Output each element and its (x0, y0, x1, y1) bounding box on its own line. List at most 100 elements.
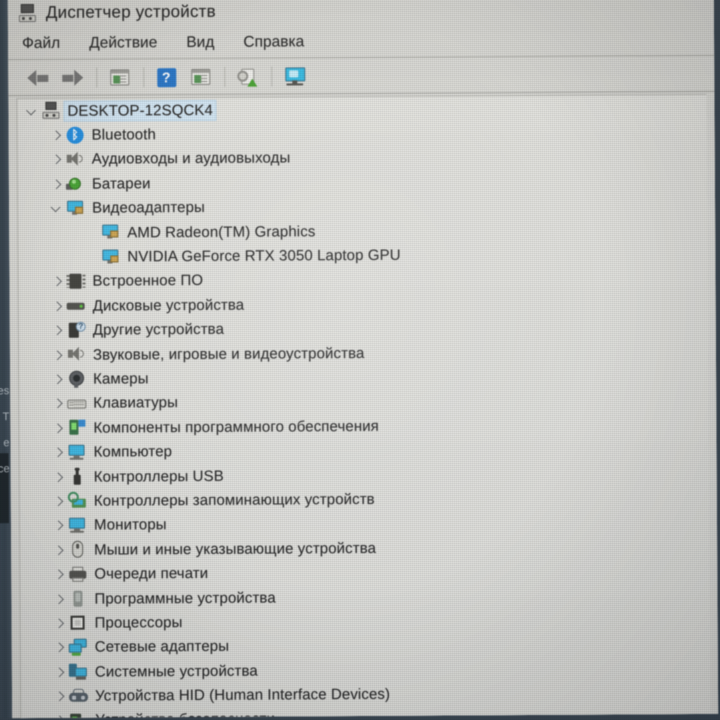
chevron-right-icon[interactable] (53, 641, 66, 654)
window-title: Диспетчер устройств (45, 1, 216, 22)
help-button[interactable]: ? (152, 64, 180, 90)
tree-item-label: Контроллеры запоминающих устройств (93, 490, 375, 510)
tree-item-label: Очереди печати (94, 565, 209, 583)
device-tree[interactable]: DESKTOP-12SQCK4 ᛒ Bluetooth Аудиовходы и… (16, 93, 711, 719)
forward-arrow-icon (61, 69, 84, 86)
tree-item-label: Bluetooth (91, 126, 156, 144)
tree-item-label: Компьютер (93, 443, 173, 461)
chevron-right-icon[interactable] (52, 495, 65, 508)
back-button[interactable] (24, 65, 52, 91)
chevron-right-icon[interactable] (53, 665, 66, 678)
toolbar-separator-3 (224, 66, 226, 87)
tree-item-label: NVIDIA GeForce RTX 3050 Laptop GPU (127, 246, 401, 266)
chevron-right-icon[interactable] (53, 714, 66, 719)
tree-item-label: Контроллеры USB (93, 467, 224, 486)
mouse-icon (68, 540, 87, 559)
menu-action[interactable]: Действие (89, 34, 157, 52)
chevron-right-icon[interactable] (50, 129, 63, 142)
chevron-right-icon[interactable] (50, 153, 63, 166)
toolbar-separator-4 (271, 66, 273, 87)
tree-root-label: DESKTOP-12SQCK4 (63, 99, 217, 122)
tree-item-label: Другие устройства (92, 321, 225, 339)
toolbar: ? (8, 56, 714, 96)
tree-item-label: Мониторы (93, 516, 167, 534)
chevron-right-icon[interactable] (51, 397, 64, 410)
tree-item-label: Звуковые, игровые и видеоустройства (92, 344, 365, 364)
battery-icon (65, 175, 85, 193)
unknown-device-icon: ? (67, 321, 86, 339)
tree-item-label: Видеоадаптеры (92, 199, 205, 217)
software-component-icon (67, 419, 86, 437)
chevron-right-icon[interactable] (51, 324, 64, 337)
toolbar-separator-1 (96, 67, 98, 88)
processor-icon (69, 614, 88, 632)
tree-item-label: Клавиатуры (93, 394, 178, 413)
tree-item-label: Сетевые адаптеры (94, 638, 230, 656)
disk-drive-icon (66, 297, 86, 315)
chevron-right-icon[interactable] (52, 568, 65, 581)
tree-item-label: Дисковые устройства (92, 296, 245, 315)
chevron-right-icon[interactable] (52, 470, 65, 483)
window-play-icon (190, 68, 210, 86)
menu-view[interactable]: Вид (186, 34, 214, 52)
properties-window-icon (109, 69, 129, 86)
tree-item-label: Процессоры (94, 613, 183, 632)
display-adapter-icon (101, 224, 120, 242)
monitor-icon (68, 443, 87, 461)
tree-item-label: Камеры (93, 370, 149, 388)
help-question-icon: ? (156, 67, 176, 87)
usb-icon (68, 467, 87, 486)
security-device-icon (69, 712, 88, 719)
menu-file[interactable]: Файл (22, 35, 60, 53)
no-chevron (85, 226, 98, 239)
speaker-icon (67, 346, 86, 364)
storage-controller-icon (67, 492, 87, 510)
menu-help[interactable]: Справка (243, 33, 304, 51)
no-chevron (85, 251, 98, 264)
chevron-right-icon[interactable] (50, 275, 63, 288)
chevron-right-icon[interactable] (53, 690, 66, 703)
monitor-scan-icon (283, 66, 306, 86)
speaker-icon (66, 151, 85, 169)
keyboard-icon (67, 395, 87, 413)
chevron-right-icon[interactable] (52, 519, 65, 532)
firmware-chip-icon (66, 273, 86, 291)
chevron-right-icon[interactable] (52, 544, 65, 557)
toolbar-separator-2 (143, 67, 145, 88)
show-hidden-button[interactable] (186, 64, 214, 90)
system-device-icon (68, 663, 88, 681)
tree-item-label: Системные устройства (94, 662, 258, 681)
tree-item-label: Устройства безопасности (95, 711, 275, 718)
printer-icon (68, 565, 87, 583)
chevron-down-icon[interactable] (50, 202, 63, 215)
chevron-right-icon[interactable] (51, 300, 64, 313)
device-manager-window: Диспетчер устройств Файл Действие Вид Сп… (7, 0, 719, 719)
chevron-down-icon[interactable] (25, 105, 38, 118)
tree-item-label: Программные устройства (94, 589, 276, 608)
chevron-right-icon[interactable] (52, 592, 65, 605)
camera-icon (67, 370, 86, 389)
network-adapter-icon (68, 638, 88, 656)
forward-button[interactable] (58, 65, 86, 91)
hid-gamepad-icon (69, 687, 89, 705)
tree-item-label: Батареи (91, 175, 151, 193)
tree-item-label: Компоненты программного обеспечения (93, 417, 379, 437)
photographed-screen: es Te ce Диспетчер устройств Файл Действие… (0, 0, 720, 720)
chevron-right-icon[interactable] (50, 178, 63, 191)
back-arrow-icon (27, 69, 49, 87)
update-driver-button[interactable] (233, 64, 261, 90)
computer-root-icon (41, 102, 60, 120)
chevron-right-icon[interactable] (52, 446, 65, 459)
scan-hardware-button[interactable] (280, 63, 308, 89)
chevron-right-icon[interactable] (51, 422, 64, 435)
display-adapter-icon (66, 199, 85, 217)
software-device-icon (68, 590, 87, 608)
properties-button[interactable] (105, 64, 133, 90)
monitor-icon (68, 516, 87, 534)
chevron-right-icon[interactable] (51, 373, 64, 386)
chevron-right-icon[interactable] (51, 348, 64, 361)
tree-item-label: Встроенное ПО (92, 272, 204, 291)
chevron-right-icon[interactable] (53, 617, 66, 630)
tree-item-label: AMD Radeon(TM) Graphics (127, 222, 316, 242)
computer-device-icon (18, 3, 37, 22)
